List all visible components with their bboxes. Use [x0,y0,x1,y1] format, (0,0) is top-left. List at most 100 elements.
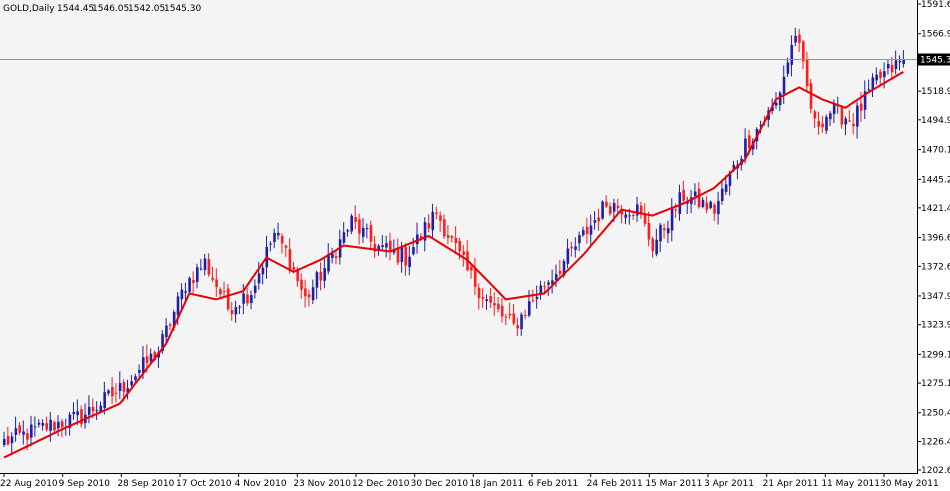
candle-body [489,296,492,303]
candle-body [443,219,446,237]
candle-body [875,74,878,81]
candle-body [215,279,218,287]
candle-body [253,285,257,293]
candle-body [323,268,326,281]
candle-body [211,277,215,280]
candle-body [311,287,315,301]
y-tick-label: 1226.40 [921,437,950,447]
candle-body [493,303,496,306]
candle-body [261,267,265,275]
candle-body [234,306,238,315]
candle-body [188,277,191,292]
candle-body [485,299,489,302]
current-price-label: 1545.30 [920,56,950,66]
candle-body [346,230,350,232]
candle-body [705,202,709,210]
candle-body [91,407,95,412]
candle-body [53,422,56,431]
candle-body [775,102,778,106]
candle-body [547,282,550,285]
candle-body [76,411,79,416]
candle-body [18,425,22,433]
x-tick-label: 15 Mar 2011 [645,479,702,489]
candle-body [477,287,481,299]
ohlc-high: 1546.05 [92,4,129,14]
candle-body [628,215,631,217]
x-tick-label: 22 Aug 2010 [0,479,58,489]
candle-body [450,236,454,238]
candle-body [497,303,500,310]
candle-body [782,76,786,95]
candle-body [180,289,184,300]
y-tick-label: 1202.60 [921,466,950,476]
candle-body [516,325,519,329]
y-tick-label: 1250.40 [921,409,950,419]
chart-header: GOLD,Daily 1544.45 1546.05 1542.05 1545.… [3,4,201,14]
candle-body [520,314,523,330]
x-tick-label: 9 Sep 2010 [59,479,111,489]
candle-body [609,206,612,214]
candle-body [257,273,261,284]
candle-body [886,63,890,69]
candle-body [207,259,211,275]
candle [350,213,353,235]
candle-body [848,120,851,122]
plot-area [0,0,917,473]
candle-body [709,201,712,209]
candle-body [10,436,14,444]
candle-body [747,135,751,148]
candle-body [45,423,49,430]
candle-body [3,438,6,445]
candle-body [574,246,577,250]
y-tick-label: 1445.20 [921,175,950,185]
candle-body [655,239,658,255]
candle-body [431,211,435,231]
candle-body [593,220,597,223]
candle-body [512,313,516,324]
candle-body [365,228,369,230]
candle-body [149,353,153,362]
candle-body [612,203,616,212]
candle-body [111,386,114,397]
candle-body [242,293,245,304]
candle-body [802,41,805,62]
x-tick-label: 4 Nov 2010 [235,479,287,489]
candle-body [879,71,882,78]
x-tick-label: 12 Dec 2010 [352,479,410,489]
candle [601,200,604,220]
y-tick-label: 1494.95 [921,116,950,126]
candle-body [49,419,52,431]
candle [709,200,712,210]
candle-body [41,423,45,426]
candle-body [219,289,222,295]
candle-body [871,77,875,90]
candle-body [284,245,288,248]
candle-body [632,215,635,217]
y-tick-label: 1275.15 [921,379,950,389]
candle-body [821,123,824,128]
candle-body [354,216,357,223]
candle [809,78,813,114]
candle-body [72,411,76,415]
candle-body [385,243,388,248]
candle-body [203,258,207,271]
candle-body [643,213,647,224]
candle-body [651,238,655,251]
x-tick-label: 6 Feb 2011 [528,479,578,489]
y-tick-label: 1299.15 [921,350,950,360]
candle-body [840,107,844,125]
candle-body [867,89,871,91]
candle-body [196,267,199,282]
x-tick-label: 11 May 2011 [821,479,880,489]
candle [188,276,191,295]
candle-body [720,188,724,201]
candle-body [6,436,10,445]
candle-body [246,294,249,304]
candle-body [883,71,886,78]
candle-body [832,104,836,114]
y-tick-label: 1347.90 [921,292,950,302]
candle-body [22,431,25,435]
candle-body [535,296,539,300]
x-tick-label: 18 Jan 2011 [469,479,523,489]
candle-body [454,237,458,244]
